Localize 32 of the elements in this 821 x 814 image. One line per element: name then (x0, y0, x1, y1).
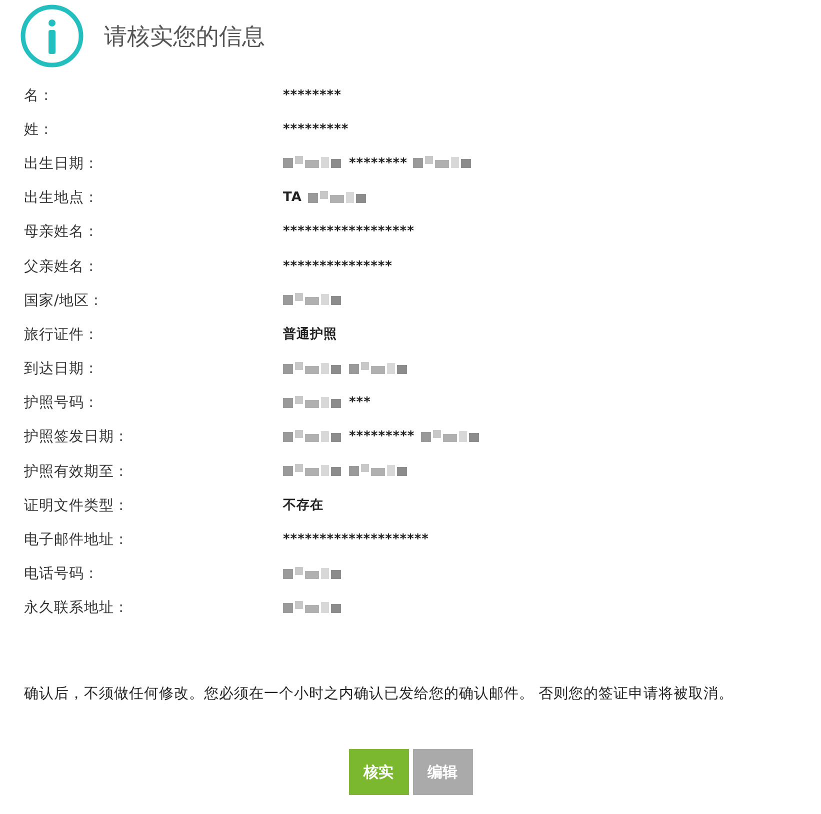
field-value: *************** (283, 258, 392, 274)
field-value: ******************** (283, 532, 429, 548)
field-label: 出生日期 : (24, 154, 94, 173)
field-label: 电子邮件地址 : (24, 531, 124, 550)
field-label: 到达日期 : (24, 360, 94, 378)
field-label: 姓 : (24, 120, 50, 139)
field-value: 普通护照 (283, 326, 337, 344)
field-label: 护照有效期至 : (24, 462, 124, 481)
field-value: ******** (283, 88, 342, 103)
field-label: 电话号码 : (24, 565, 94, 584)
field-label: 母亲姓名 : (24, 222, 94, 242)
field-label: 旅行证件 : (24, 326, 94, 344)
field-label: 护照号码 : (24, 394, 94, 412)
field-value: ********* (349, 429, 415, 444)
field-label: 永久联系地址 : (24, 598, 124, 618)
field-value: ******** (349, 156, 408, 171)
field-label: 出生地点 : (24, 189, 94, 208)
page-title: 请核实您的信息 (104, 22, 265, 52)
field-label: 护照签发日期 : (24, 428, 124, 446)
info-icon (20, 4, 84, 68)
field-value: ********* (283, 122, 349, 137)
field-value: ****************** (283, 224, 414, 240)
field-value: 不存在 (283, 497, 324, 514)
field-value: *** (349, 395, 371, 410)
edit-button[interactable]: 编辑 (412, 749, 472, 795)
field-value: TA (283, 190, 302, 206)
verify-button[interactable]: 核实 (348, 749, 408, 795)
notice-text: 确认后，不须做任何修改。您必须在一个小时之内确认已发给您的确认邮件。 否则您的签证申请将被取消。 (24, 684, 735, 704)
field-label: 父亲姓名 : (24, 258, 94, 276)
field-label: 名 : (24, 86, 50, 105)
field-label: 证明文件类型 : (24, 496, 124, 515)
field-label: 国家/地区 : (24, 292, 100, 310)
